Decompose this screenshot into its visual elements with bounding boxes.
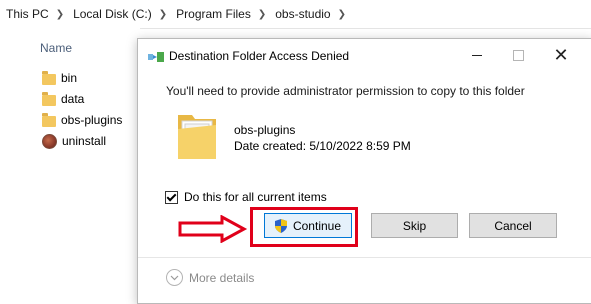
- minimize-icon: [472, 54, 482, 56]
- minimize-button[interactable]: [455, 43, 499, 67]
- breadcrumb-obs-studio[interactable]: obs-studio: [272, 7, 333, 21]
- more-details-toggle[interactable]: More details: [166, 269, 254, 286]
- folder-icon: [42, 112, 56, 127]
- list-item-data[interactable]: data: [42, 89, 84, 109]
- dialog-titlebar[interactable]: Destination Folder Access Denied ✕: [138, 39, 591, 72]
- large-folder-icon: [178, 115, 216, 159]
- dialog-divider: [138, 257, 591, 258]
- breadcrumb-this-pc[interactable]: This PC: [0, 7, 52, 21]
- address-breadcrumb: This PC ❯ Local Disk (C:) ❯ Program File…: [0, 0, 591, 29]
- folder-icon: [42, 91, 56, 106]
- chevron-right-icon[interactable]: ❯: [254, 9, 272, 20]
- dialog-message: You'll need to provide administrator per…: [166, 84, 525, 98]
- chevron-right-icon[interactable]: ❯: [155, 9, 173, 20]
- folder-name: obs-plugins: [234, 123, 296, 137]
- list-item-obs-plugins[interactable]: obs-plugins: [42, 110, 122, 130]
- more-details-label: More details: [189, 270, 255, 285]
- chevron-down-icon: [166, 269, 183, 286]
- list-item-label: uninstall: [62, 134, 107, 148]
- cancel-button[interactable]: Cancel: [469, 213, 557, 238]
- apply-all-label[interactable]: Do this for all current items: [184, 190, 327, 204]
- file-move-icon: [148, 52, 164, 62]
- column-header-name[interactable]: Name: [40, 41, 72, 55]
- close-button[interactable]: ✕: [539, 43, 583, 67]
- access-denied-dialog: Destination Folder Access Denied ✕ You'l…: [137, 38, 591, 304]
- pointer-arrow-icon: [178, 215, 248, 243]
- highlight-box: [250, 207, 358, 247]
- dialog-title: Destination Folder Access Denied: [169, 49, 350, 63]
- list-item-label: obs-plugins: [61, 113, 123, 127]
- list-item-label: bin: [61, 71, 78, 85]
- folder-icon: [42, 70, 56, 85]
- app-icon: [42, 133, 57, 149]
- apply-all-checkbox[interactable]: [165, 190, 178, 204]
- apply-all-checkbox-row[interactable]: Do this for all current items: [165, 190, 327, 204]
- breadcrumb-program-files[interactable]: Program Files: [173, 7, 254, 21]
- list-item-label: data: [61, 92, 85, 106]
- skip-button[interactable]: Skip: [371, 213, 458, 238]
- maximize-icon: [512, 49, 524, 61]
- chevron-right-icon[interactable]: ❯: [334, 9, 352, 20]
- list-item-bin[interactable]: bin: [42, 68, 77, 88]
- close-icon: ✕: [553, 44, 569, 65]
- breadcrumb-local-disk[interactable]: Local Disk (C:): [70, 7, 155, 21]
- file-list: Name bin data obs-plugins uninstall: [0, 28, 140, 302]
- maximize-button: [496, 43, 540, 67]
- folder-date-created: Date created: 5/10/2022 8:59 PM: [234, 139, 411, 153]
- chevron-right-icon[interactable]: ❯: [52, 9, 70, 20]
- list-item-uninstall[interactable]: uninstall: [42, 131, 106, 151]
